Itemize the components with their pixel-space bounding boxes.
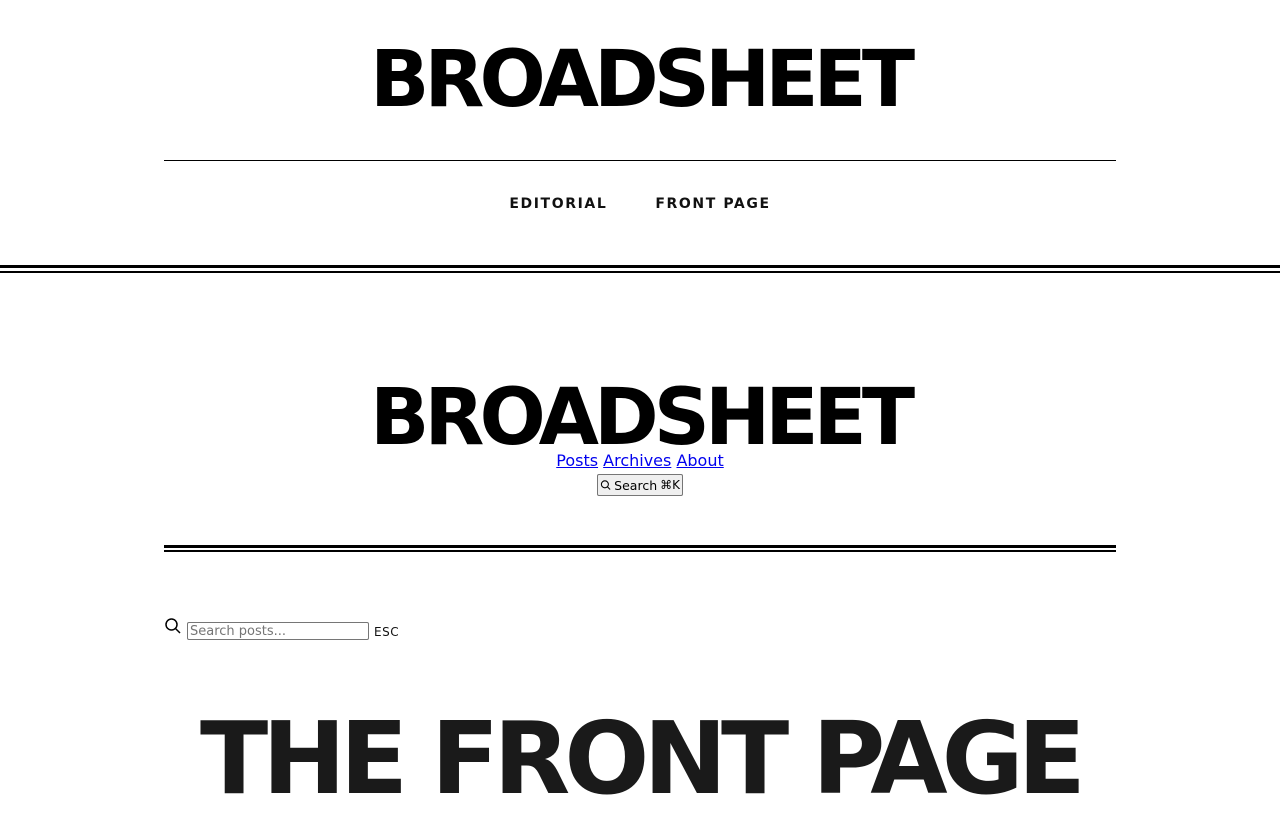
site-title[interactable]: BROADSHEET [0, 40, 1280, 120]
search-icon [600, 480, 611, 490]
nav-link-archives[interactable]: Archives [603, 451, 671, 470]
nav-link-about[interactable]: About [676, 451, 723, 470]
search-button-label: Search [614, 477, 658, 493]
nav-item-editorial[interactable]: EDITORIAL [509, 196, 607, 212]
secondary-site-title[interactable]: BROADSHEET [0, 378, 1280, 458]
header-divider [164, 160, 1116, 161]
page-title: THE FRONT PAGE [200, 700, 1086, 817]
nav-link-posts[interactable]: Posts [556, 451, 598, 470]
search-bar: ESC [164, 618, 399, 640]
search-input[interactable] [187, 622, 369, 640]
search-shortcut: ⌘K [660, 478, 680, 492]
search-button[interactable]: Search ⌘K [597, 474, 683, 496]
search-icon [165, 618, 181, 634]
esc-hint[interactable]: ESC [374, 625, 399, 639]
section-double-rule [164, 545, 1116, 552]
nav-item-front-page[interactable]: FRONT PAGE [655, 196, 770, 212]
header-double-rule [0, 265, 1280, 273]
primary-nav: EDITORIAL FRONT PAGE [0, 196, 1280, 212]
secondary-nav: Posts Archives About [0, 452, 1280, 470]
